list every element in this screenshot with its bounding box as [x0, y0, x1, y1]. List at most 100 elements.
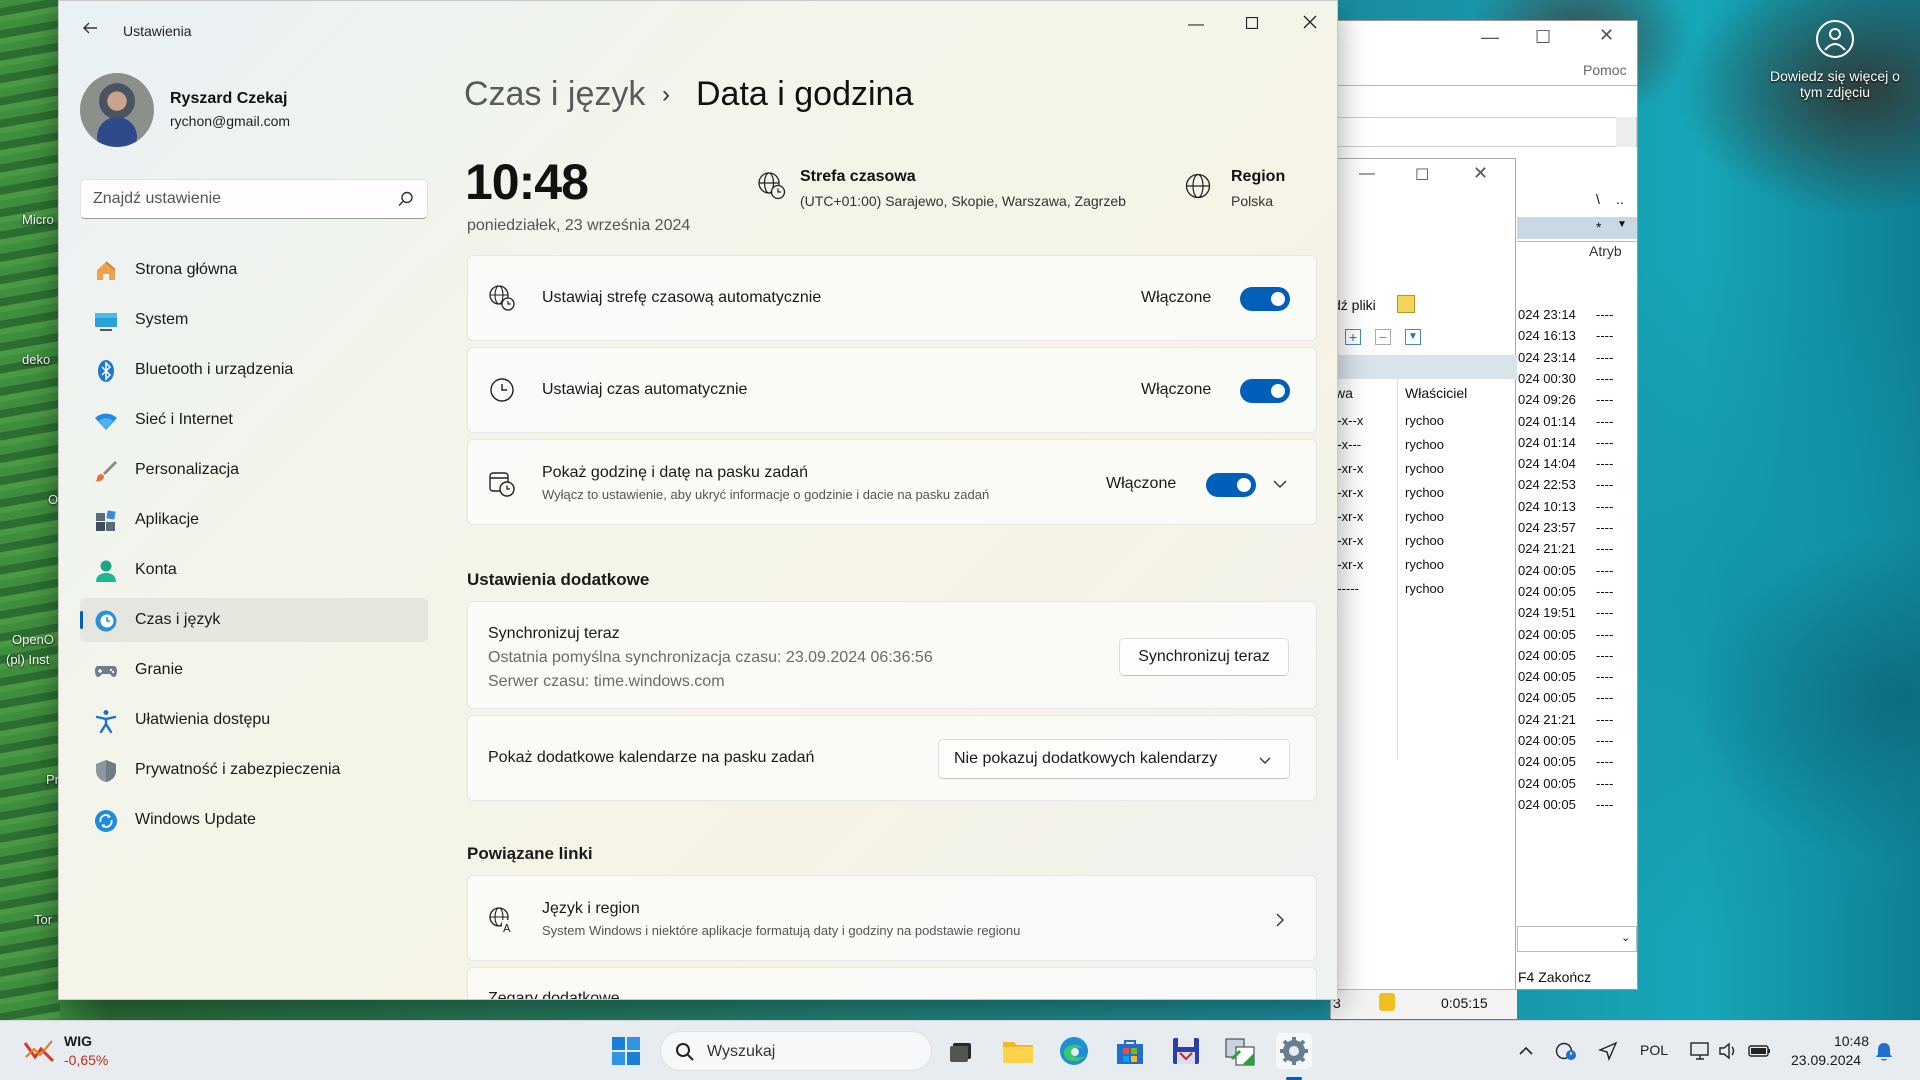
menu-help[interactable]: Pomoc [1583, 62, 1627, 78]
file-date[interactable]: 024 10:13 [1518, 499, 1576, 514]
file-date[interactable]: 024 00:05 [1518, 776, 1576, 791]
taskbar-edge[interactable] [1056, 1033, 1092, 1069]
avatar[interactable] [80, 73, 154, 147]
title-bar[interactable]: Ustawienia — [59, 1, 1337, 61]
chevron-down-icon[interactable]: ⌄ [1621, 931, 1630, 944]
minimize-button[interactable]: — [1173, 9, 1219, 41]
file-date[interactable]: 024 01:14 [1518, 414, 1576, 429]
minimize-icon[interactable]: — [1481, 27, 1499, 48]
file-owner[interactable]: rychoo [1405, 437, 1444, 452]
file-date[interactable]: 024 23:14 [1518, 350, 1576, 365]
search-box[interactable] [80, 179, 428, 219]
photo-info-link[interactable]: Dowiedz się więcej o tym zdjęciu [1760, 20, 1910, 100]
file-date[interactable]: 024 00:05 [1518, 797, 1576, 812]
minus-icon[interactable]: − [1375, 329, 1391, 345]
start-button[interactable] [608, 1033, 644, 1069]
file-owner[interactable]: rychoo [1405, 485, 1444, 500]
file-date[interactable]: 024 16:13 [1518, 328, 1576, 343]
desktop-icon-label[interactable]: (pl) Inst [6, 652, 49, 667]
scroll-track[interactable] [1616, 117, 1636, 147]
auto-timezone-toggle[interactable] [1240, 287, 1290, 311]
file-owner[interactable]: rychoo [1405, 533, 1444, 548]
sidebar-item-windows-update[interactable]: Windows Update [80, 798, 428, 842]
desktop-icon-label[interactable]: Tor [34, 912, 52, 927]
taskbar-clock-toggle[interactable] [1206, 473, 1256, 497]
path-up[interactable]: .. [1616, 191, 1624, 207]
settings-window[interactable]: Ustawienia — Ryszard Czekaj rychon@gmail… [58, 0, 1338, 1000]
file-date[interactable]: 024 14:04 [1518, 456, 1576, 471]
stock-name[interactable]: WIG [64, 1033, 92, 1049]
sync-now-button[interactable]: Synchronizuj teraz [1119, 638, 1289, 676]
taskbar-date[interactable]: 23.09.2024 [1791, 1052, 1861, 1068]
network-status-icon[interactable] [1555, 1041, 1577, 1061]
stock-chart-icon[interactable] [24, 1039, 56, 1063]
chevron-down-icon[interactable]: ▼ [1617, 219, 1627, 230]
search-input[interactable] [81, 180, 371, 218]
file-date[interactable]: 024 21:21 [1518, 712, 1576, 727]
setting-card-auto-time[interactable]: Ustawiaj czas automatycznie Włączone [467, 347, 1317, 433]
file-date[interactable]: 024 00:05 [1518, 563, 1576, 578]
file-date[interactable]: 024 21:21 [1518, 541, 1576, 556]
location-icon[interactable] [1598, 1041, 1618, 1061]
sidebar-item-home[interactable]: Strona główna [80, 248, 428, 292]
file-date[interactable]: 024 00:05 [1518, 627, 1576, 642]
sidebar-item-apps[interactable]: Aplikacje [80, 498, 428, 542]
task-view-button[interactable] [944, 1033, 980, 1069]
taskbar-time[interactable]: 10:48 [1815, 1033, 1869, 1049]
file-owner[interactable]: rychoo [1405, 557, 1444, 572]
maximize-button[interactable] [1229, 9, 1275, 41]
file-date[interactable]: 024 19:51 [1518, 605, 1576, 620]
sidebar-item-personalization[interactable]: Personalizacja [80, 448, 428, 492]
minimize-icon[interactable]: — [1359, 165, 1375, 183]
battery-icon[interactable] [1748, 1041, 1772, 1061]
footer-key-f4[interactable]: F4 Zakończ [1518, 969, 1591, 985]
sidebar-item-network[interactable]: Sieć i Internet [80, 398, 428, 442]
taskbar-file-explorer[interactable] [1000, 1033, 1036, 1069]
file-date[interactable]: 024 22:53 [1518, 477, 1576, 492]
desktop-icon-label[interactable]: deko [22, 352, 50, 367]
folder-icon[interactable] [1397, 295, 1415, 313]
breadcrumb-parent[interactable]: Czas i język [464, 75, 645, 114]
desktop-icon-label[interactable]: OpenO [12, 632, 54, 647]
notification-bell-icon[interactable] [1874, 1041, 1894, 1063]
sidebar-item-gaming[interactable]: Granie [80, 648, 428, 692]
file-date[interactable]: 024 01:14 [1518, 435, 1576, 450]
sidebar-item-accounts[interactable]: Konta [80, 548, 428, 592]
language-indicator[interactable]: POL [1640, 1042, 1668, 1058]
taskbar-store[interactable] [1112, 1033, 1148, 1069]
sidebar-item-system[interactable]: System [80, 298, 428, 342]
sidebar-item-accessibility[interactable]: Ułatwienia dostępu [80, 698, 428, 742]
file-date[interactable]: 024 00:05 [1518, 648, 1576, 663]
maximize-icon[interactable]: ☐ [1535, 27, 1551, 48]
find-files-button[interactable]: dź pliki [1333, 297, 1376, 313]
close-icon[interactable]: ✕ [1473, 163, 1488, 184]
command-line[interactable] [1311, 117, 1637, 147]
file-owner[interactable]: rychoo [1405, 461, 1444, 476]
plus-icon[interactable]: + [1345, 329, 1361, 345]
related-link-additional-clocks[interactable]: Zegary dodatkowe [467, 967, 1317, 999]
back-button[interactable] [75, 15, 105, 45]
search-icon[interactable] [397, 190, 415, 208]
file-date[interactable]: 024 00:05 [1518, 754, 1576, 769]
sidebar-item-time-language[interactable]: Czas i język [80, 598, 428, 642]
file-date[interactable]: 024 00:30 [1518, 371, 1576, 386]
stock-change[interactable]: -0,65% [64, 1052, 108, 1068]
dropdown[interactable] [1517, 926, 1637, 952]
maximize-icon[interactable]: ☐ [1415, 165, 1429, 185]
calendars-dropdown[interactable]: Nie pokazuj dodatkowych kalendarzy [938, 739, 1290, 779]
chevron-up-icon[interactable] [1518, 1043, 1534, 1059]
file-date[interactable]: 024 00:05 [1518, 690, 1576, 705]
taskbar-save-app[interactable] [1168, 1033, 1204, 1069]
sidebar-item-privacy[interactable]: Prywatność i zabezpieczenia [80, 748, 428, 792]
file-date[interactable]: 024 00:05 [1518, 669, 1576, 684]
auto-time-toggle[interactable] [1240, 379, 1290, 403]
file-owner[interactable]: rychoo [1405, 413, 1444, 428]
setting-card-auto-timezone[interactable]: Ustawiaj strefę czasową automatycznie Wł… [467, 255, 1317, 341]
sidebar-item-bluetooth[interactable]: Bluetooth i urządzenia [80, 348, 428, 392]
filter-icon[interactable]: ▼ [1405, 329, 1421, 345]
related-link-language-region[interactable]: A Język i region System Windows i niektó… [467, 875, 1317, 961]
file-owner[interactable]: rychoo [1405, 509, 1444, 524]
desktop-icon-label[interactable]: O [48, 492, 58, 507]
desktop-icon-label[interactable]: Micro [22, 212, 54, 227]
taskbar-search[interactable]: Wyszukaj [660, 1031, 932, 1071]
